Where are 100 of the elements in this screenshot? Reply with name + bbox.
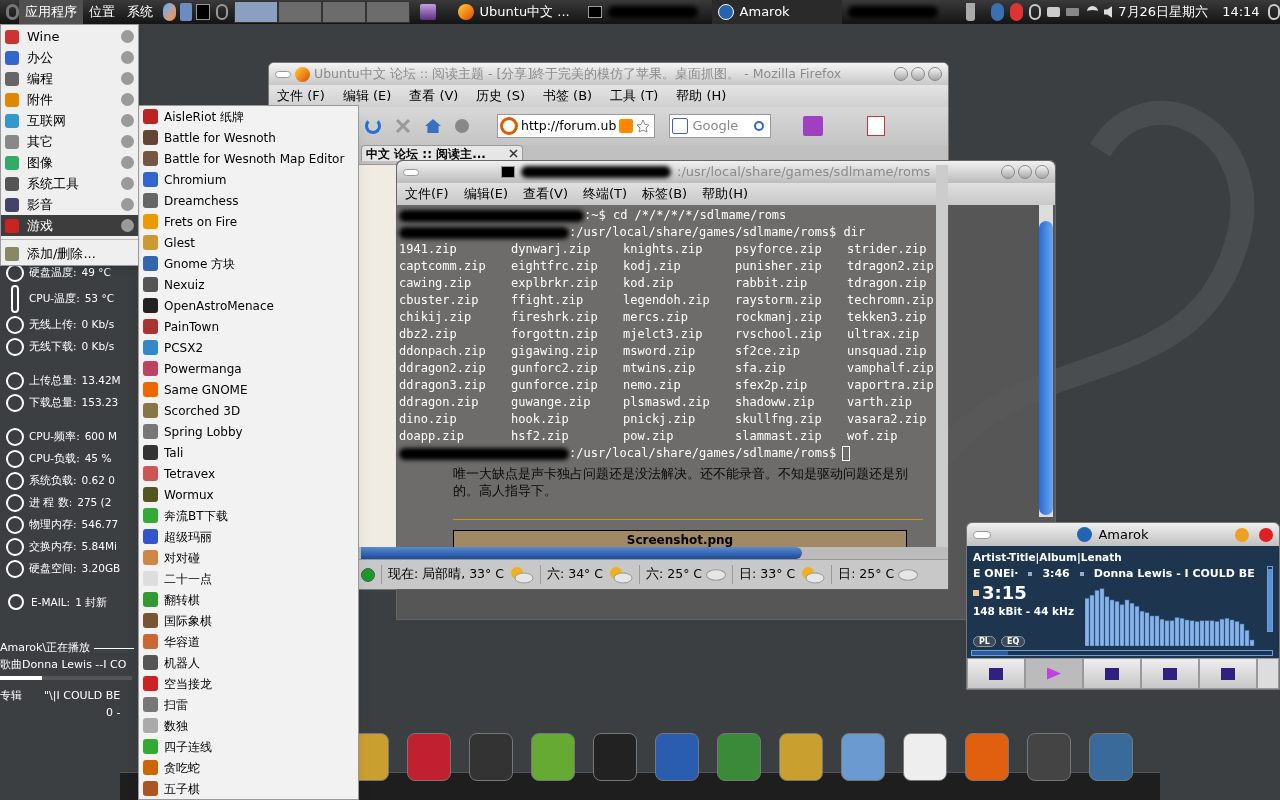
- minimize-button[interactable]: [1235, 527, 1249, 542]
- panel-menu[interactable]: 系统: [121, 0, 160, 24]
- file-name: slammast.zip: [735, 428, 823, 445]
- menu-item[interactable]: OpenAstroMenace: [139, 295, 358, 316]
- workspace[interactable]: [278, 1, 323, 23]
- menu-item[interactable]: 标签(B): [642, 184, 688, 204]
- menu-item[interactable]: 翻转棋: [139, 589, 358, 610]
- menu-item[interactable]: Dreamchess: [139, 190, 358, 211]
- menu-item[interactable]: 游戏: [1, 215, 138, 236]
- menu-item[interactable]: Gnome 方块: [139, 253, 358, 274]
- toggle-button[interactable]: PL: [973, 636, 996, 647]
- task-button[interactable]: Amarok: [711, 0, 842, 24]
- menu-item[interactable]: AisleRiot 纸牌: [139, 106, 358, 127]
- next-button[interactable]: [1199, 658, 1257, 689]
- menu-item[interactable]: 编辑 (E): [342, 86, 392, 106]
- file-name: wof.zip: [847, 428, 899, 445]
- menu-item[interactable]: Chromium: [139, 169, 358, 190]
- terminal-icon[interactable]: [196, 4, 210, 20]
- menu-item[interactable]: 查看 (V): [409, 86, 459, 106]
- toggle-button[interactable]: EQ: [1000, 636, 1026, 647]
- position-track[interactable]: [971, 650, 1273, 656]
- menu-item[interactable]: 附件: [1, 89, 138, 110]
- menu-item[interactable]: Wormux: [139, 484, 358, 505]
- menu-item[interactable]: 终端(T): [583, 184, 628, 204]
- menu-item[interactable]: 系统工具: [1, 173, 138, 194]
- stop-button[interactable]: [1141, 658, 1199, 689]
- pause-button[interactable]: [1083, 658, 1141, 689]
- menu-item[interactable]: Spring Lobby: [139, 421, 358, 442]
- volume-icon[interactable]: [1103, 6, 1113, 18]
- workspace[interactable]: [322, 1, 367, 23]
- app-icon: [5, 197, 19, 212]
- menu-item[interactable]: 贪吃蛇: [139, 757, 358, 778]
- address-field[interactable]: http://forum.ub: [497, 114, 656, 138]
- menu-item[interactable]: 空当接龙: [139, 673, 358, 694]
- menu-item[interactable]: 对对碰: [139, 547, 358, 568]
- task-button[interactable]: Ubuntu中文 ...: [451, 0, 582, 24]
- window-control[interactable]: [1018, 165, 1032, 179]
- cursor: [842, 446, 851, 461]
- workspace[interactable]: [234, 1, 279, 23]
- menu-item[interactable]: Scorched 3D: [139, 400, 358, 421]
- menu-item[interactable]: 文件(F): [405, 184, 449, 204]
- search-input[interactable]: Google: [692, 116, 751, 136]
- menu-item[interactable]: Nexuiz: [139, 274, 358, 295]
- menu-item[interactable]: 查看(V): [523, 184, 569, 204]
- close-button[interactable]: [1259, 527, 1273, 542]
- menu-item[interactable]: Frets on Fire: [139, 211, 358, 232]
- home-icon[interactable]: [425, 119, 441, 133]
- menu-item[interactable]: Battle for Wesnoth Map Editor: [139, 148, 358, 169]
- menu-item[interactable]: Same GNOME: [139, 379, 358, 400]
- workspace[interactable]: [366, 1, 411, 23]
- menu-item[interactable]: 文件 (F): [277, 86, 325, 106]
- menu-item[interactable]: 历史 (S): [476, 86, 525, 106]
- menu-item[interactable]: 编程: [1, 68, 138, 89]
- previous-button[interactable]: [967, 658, 1025, 689]
- menu-item[interactable]: 帮助 (H): [676, 86, 727, 106]
- menu-item[interactable]: 超级玛丽: [139, 526, 358, 547]
- menu-item[interactable]: 添加/删除...: [1, 243, 138, 264]
- menu-item[interactable]: 二十一点: [139, 568, 358, 589]
- menu-item[interactable]: 四子连线: [139, 736, 358, 757]
- menu-item[interactable]: 机器人: [139, 652, 358, 673]
- menu-item[interactable]: 奔流BT下载: [139, 505, 358, 526]
- menu-item[interactable]: 扫雷: [139, 694, 358, 715]
- window-control[interactable]: [928, 67, 942, 81]
- browser-tab[interactable]: 中文 论坛 :: 阅读主...: [361, 145, 523, 161]
- menu-item[interactable]: Tetravex: [139, 463, 358, 484]
- panel-clock[interactable]: 14:14: [1222, 2, 1260, 22]
- menu-item[interactable]: 数独: [139, 715, 358, 736]
- menu-item[interactable]: 影音: [1, 194, 138, 215]
- menu-item[interactable]: Tali: [139, 442, 358, 463]
- menu-item[interactable]: 图像: [1, 152, 138, 173]
- window-control[interactable]: [1001, 165, 1015, 179]
- menu-item[interactable]: 工具 (T): [610, 86, 659, 106]
- panel-menu[interactable]: 位置: [83, 0, 122, 24]
- file-name: raystorm.zip: [735, 292, 823, 309]
- menu-item[interactable]: 国际象棋: [139, 610, 358, 631]
- menu-item[interactable]: 书签 (B): [542, 86, 593, 106]
- window-menu-icon[interactable]: [275, 70, 291, 78]
- menu-item[interactable]: 编辑(E): [463, 184, 508, 204]
- panel-date[interactable]: 7月26日星期六: [1118, 2, 1209, 22]
- menu-item[interactable]: Wine: [1, 26, 138, 47]
- menu-item[interactable]: 办公: [1, 47, 138, 68]
- menu-item[interactable]: Glest: [139, 232, 358, 253]
- menu-item[interactable]: 帮助(H): [702, 184, 749, 204]
- menu-item[interactable]: 华容道: [139, 631, 358, 652]
- menu-item[interactable]: PainTown: [139, 316, 358, 337]
- shuffle-button[interactable]: [1257, 658, 1279, 689]
- menu-item[interactable]: PCSX2: [139, 337, 358, 358]
- search-field[interactable]: Google: [669, 114, 772, 138]
- menu-item[interactable]: Battle for Wesnoth: [139, 127, 358, 148]
- menu-item[interactable]: 互联网: [1, 110, 138, 131]
- reload-icon[interactable]: [365, 118, 381, 134]
- menu-item[interactable]: 其它: [1, 131, 138, 152]
- window-menu-icon[interactable]: [973, 530, 991, 539]
- panel-menu[interactable]: 应用程序: [19, 0, 84, 24]
- window-control[interactable]: [1035, 165, 1049, 179]
- window-control[interactable]: [894, 67, 908, 81]
- menu-item[interactable]: Powermanga: [139, 358, 358, 379]
- menu-item[interactable]: 五子棋: [139, 778, 358, 799]
- window-menu-icon[interactable]: [403, 168, 419, 176]
- window-control[interactable]: [911, 67, 925, 81]
